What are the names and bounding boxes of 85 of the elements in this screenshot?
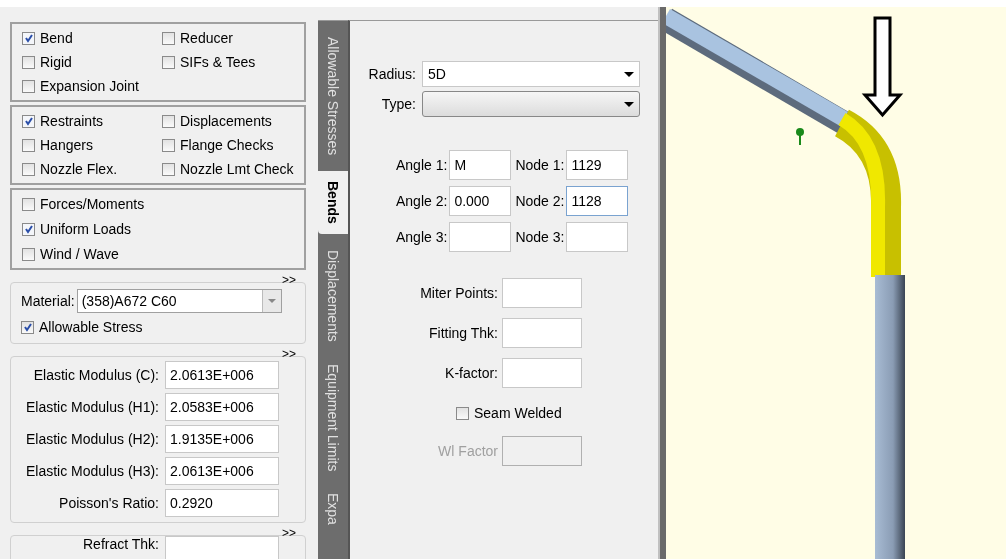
input-field[interactable]: 0.2920 xyxy=(165,489,279,517)
checkbox[interactable] xyxy=(162,55,175,69)
input-field[interactable]: 0.000 xyxy=(449,186,512,216)
checkbox-label: Flange Checks xyxy=(180,137,274,153)
vertical-tab[interactable]: Equipment Limits xyxy=(318,357,348,478)
checkbox-label: Forces/Moments xyxy=(40,196,145,212)
expand-toggle[interactable]: >> xyxy=(282,273,296,282)
checkbox-label: Reducer xyxy=(180,30,233,46)
checkbox[interactable] xyxy=(162,114,175,128)
field-label: Node 1: xyxy=(515,157,565,173)
field-label: Type: xyxy=(380,96,416,112)
input-field[interactable] xyxy=(502,278,582,308)
vertical-tab[interactable]: Allowable Stresses xyxy=(318,31,348,162)
checkbox-label: Uniform Loads xyxy=(40,221,132,237)
checkbox-label: Hangers xyxy=(40,137,93,153)
down-arrow-icon xyxy=(861,16,904,118)
checkbox[interactable] xyxy=(162,138,175,152)
field-label: Material: xyxy=(21,293,75,309)
material-dropdown[interactable]: (358)A672 C60 xyxy=(76,289,282,313)
input-field[interactable]: M xyxy=(449,150,512,180)
checkbox-label: Restraints xyxy=(40,113,104,129)
checkbox[interactable] xyxy=(22,138,35,152)
checkbox[interactable] xyxy=(162,31,175,45)
checkbox-label: SIFs & Tees xyxy=(180,54,256,70)
field-label: Elastic Modulus (H2): xyxy=(25,431,159,447)
dropdown-arrow-icon xyxy=(624,71,634,77)
input-field[interactable]: 1129 xyxy=(566,150,629,180)
field-label: Angle 3: xyxy=(396,229,448,245)
field-label: Elastic Modulus (H1): xyxy=(25,399,159,415)
field-label: Wl Factor xyxy=(437,443,498,459)
input-field[interactable] xyxy=(502,436,582,466)
checkbox-label: Nozzle Flex. xyxy=(40,161,118,177)
type-dropdown[interactable] xyxy=(422,91,640,117)
checkbox[interactable] xyxy=(162,162,175,176)
vertical-tab[interactable]: Expa xyxy=(318,487,348,532)
pipe-model-view[interactable] xyxy=(666,7,1006,559)
checkbox[interactable] xyxy=(21,320,34,334)
checkbox[interactable] xyxy=(22,222,35,236)
checkbox[interactable] xyxy=(22,79,35,93)
field-label: Node 3: xyxy=(515,229,565,245)
field-label: K-factor: xyxy=(444,365,498,381)
expand-toggle[interactable]: >> xyxy=(282,347,296,356)
checkbox-label: Rigid xyxy=(40,54,72,70)
checkbox[interactable] xyxy=(22,31,35,45)
field-label: Radius: xyxy=(367,66,416,82)
field-label: Angle 1: xyxy=(396,157,448,173)
checkbox-label: Allowable Stress xyxy=(39,319,143,335)
dropdown-arrow-icon xyxy=(267,299,276,303)
field-label: Angle 2: xyxy=(396,193,448,209)
input-field[interactable] xyxy=(449,222,512,252)
dropdown-arrow-icon xyxy=(624,101,634,107)
splitter-bar[interactable] xyxy=(658,7,666,559)
checkbox[interactable] xyxy=(22,247,35,261)
vertical-tab[interactable]: Bends xyxy=(318,171,348,235)
input-field[interactable] xyxy=(566,222,629,252)
field-label: Elastic Modulus (H3): xyxy=(25,463,159,479)
checkbox-label: Seam Welded xyxy=(474,405,562,421)
input-field[interactable]: 2.0613E+006 xyxy=(165,457,279,485)
input-field[interactable]: 1128 xyxy=(566,186,629,216)
checkbox-label: Wind / Wave xyxy=(40,246,119,262)
input-field[interactable]: 2.0613E+006 xyxy=(165,361,279,389)
field-label: Fitting Thk: xyxy=(428,325,498,341)
field-label: Poisson's Ratio: xyxy=(59,495,159,511)
input-field[interactable] xyxy=(502,318,582,348)
checkbox[interactable] xyxy=(22,197,35,211)
input-field[interactable]: 1.9135E+006 xyxy=(165,425,279,453)
field-label: Refract Thk: xyxy=(83,536,159,552)
field-label: Miter Points: xyxy=(419,285,498,301)
checkbox-label: Bend xyxy=(40,30,73,46)
field-label: Node 2: xyxy=(515,193,565,209)
field-label: Elastic Modulus (C): xyxy=(33,367,159,383)
checkbox-label: Nozzle Lmt Check xyxy=(180,161,294,177)
checkbox[interactable] xyxy=(22,55,35,69)
node-marker-icon xyxy=(796,128,804,146)
radius-dropdown[interactable]: 5D xyxy=(422,61,640,87)
input-field[interactable]: 2.0583E+006 xyxy=(165,393,279,421)
input-field[interactable] xyxy=(502,358,582,388)
expand-toggle[interactable]: >> xyxy=(282,526,296,535)
checkbox[interactable] xyxy=(456,406,469,420)
checkbox-label: Displacements xyxy=(180,113,272,129)
checkbox-label: Expansion Joint xyxy=(40,78,139,94)
checkbox[interactable] xyxy=(22,162,35,176)
input-field[interactable] xyxy=(165,536,279,559)
checkbox[interactable] xyxy=(22,114,35,128)
vertical-tab[interactable]: Displacements xyxy=(318,244,348,348)
